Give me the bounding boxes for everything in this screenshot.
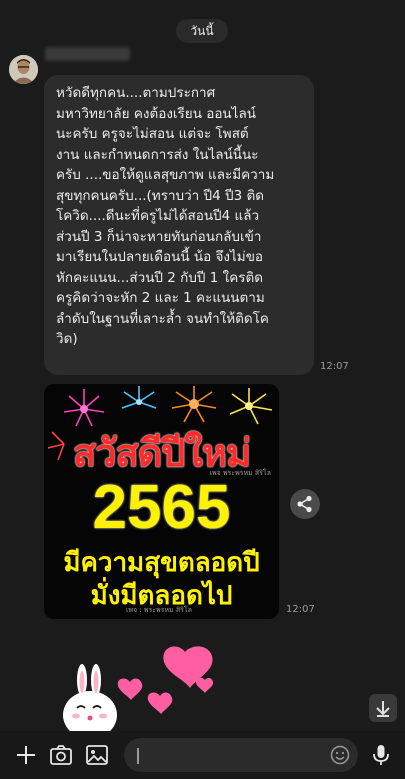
plus-icon[interactable] [14,743,38,767]
microphone-icon[interactable] [369,743,393,767]
arrow-down-icon [376,701,390,717]
camera-icon[interactable] [49,743,73,767]
text-cursor [137,748,139,764]
greeting-image[interactable]: สวัสดีปีใหม่ เพจ พระพรหม สิริโล 2565 มีค… [44,384,279,619]
message-text: หวัดดีทุกคน....ตามประกาศ มหาวิทยาลัย คงต… [56,85,275,347]
avatar-photo [9,55,38,84]
share-button[interactable] [290,489,320,519]
bunny-hearts-sticker[interactable] [60,640,230,740]
scroll-down-button[interactable] [369,694,397,722]
message-composer [0,731,405,779]
greeting-year: 2565 [92,473,231,542]
sticker-graphic [63,646,214,739]
image-timestamp: 12:07 [286,604,315,615]
message-input[interactable] [124,738,358,772]
date-separator: วันนี้ [176,19,228,43]
image-icon[interactable] [85,743,109,767]
sender-name [45,47,130,61]
avatar[interactable] [9,55,38,84]
credit-bottom: เพจ : พระพรหม สิริโล [126,606,192,614]
message-timestamp: 12:07 [320,361,349,372]
share-icon [297,495,312,513]
emoji-icon[interactable] [330,745,350,765]
message-bubble[interactable]: หวัดดีทุกคน....ตามประกาศ มหาวิทยาลัย คงต… [44,75,314,375]
